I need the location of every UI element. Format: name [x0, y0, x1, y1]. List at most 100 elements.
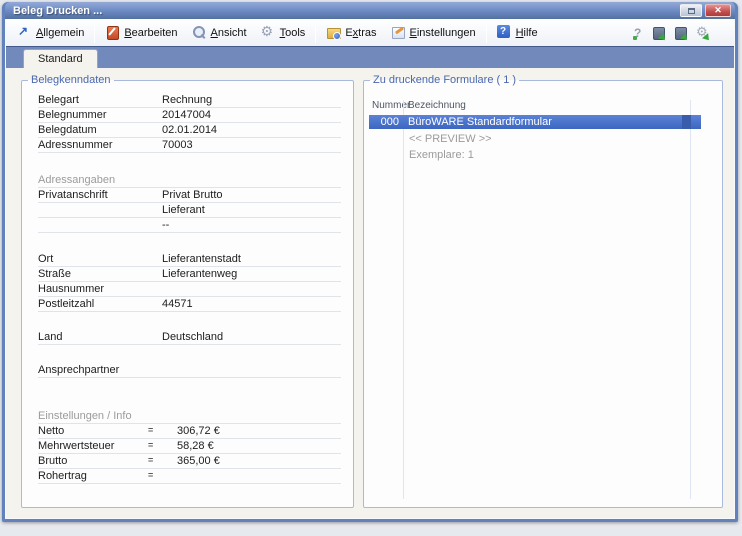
- field-label: Ort: [38, 253, 54, 265]
- arrow-up-right-icon: [17, 24, 32, 40]
- field-label: Privatanschrift: [38, 189, 108, 201]
- title-bar[interactable]: Beleg Drucken ... ✕: [5, 2, 735, 19]
- help-question-icon[interactable]: [630, 26, 644, 40]
- menu-items: Allgemein Bearbeiten Ansicht Tools Extras Ein…: [10, 19, 630, 46]
- folder-icon: [326, 25, 342, 40]
- document-data-rows: Belegart Rechnung Belegnummer 20147004 Beleg…: [22, 86, 353, 484]
- column-header-bezeichnung: Bezeichnung: [408, 100, 466, 111]
- field-row: Adressnummer 70003: [38, 138, 341, 153]
- menu-item-einstellungen[interactable]: Einstellungen: [384, 22, 483, 44]
- menu-item-extras[interactable]: Extras: [319, 22, 383, 44]
- row-spacer: [34, 233, 341, 252]
- field-label: Rohertrag: [38, 470, 87, 482]
- client-area: Allgemein Bearbeiten Ansicht Tools Extras Ein…: [5, 19, 735, 519]
- menu-item-tools[interactable]: Tools: [254, 22, 313, 44]
- form-rows: 000 BüroWARE Standardformular: [369, 115, 701, 129]
- menu-separator: [315, 22, 317, 43]
- field-label: Adressangaben: [38, 174, 116, 186]
- field-label: Belegnummer: [38, 109, 107, 121]
- field-row: Mehrwertsteuer = 58,28 €: [38, 439, 341, 454]
- row-spacer: [34, 312, 341, 330]
- list-header: Nummer Bezeichnung: [369, 100, 701, 113]
- toolbar-right-icons: [630, 24, 710, 40]
- menu-item-label: Einstellungen: [409, 26, 476, 39]
- row-spacer: [34, 153, 341, 173]
- column-header-nummer: Nummer: [372, 100, 411, 111]
- form-number: 000: [380, 116, 399, 128]
- import-document-icon[interactable]: [674, 26, 688, 40]
- close-icon: ✕: [714, 5, 722, 15]
- menu-item-hilfe[interactable]: Hilfe: [490, 22, 545, 44]
- field-row: Lieferant: [38, 203, 341, 218]
- field-label: Belegdatum: [38, 124, 97, 136]
- export-document-icon[interactable]: [652, 26, 666, 40]
- field-row: Ansprechpartner: [38, 363, 341, 378]
- section-header-row: Einstellungen / Info: [38, 409, 341, 424]
- list-right-divider: [690, 100, 691, 499]
- menu-item-ansicht[interactable]: Ansicht: [185, 22, 254, 44]
- field-label: Brutto: [38, 455, 68, 467]
- close-button[interactable]: ✕: [705, 4, 731, 17]
- field-value: 70003: [162, 139, 193, 151]
- field-label: Adressnummer: [38, 139, 113, 151]
- menu-item-label: Bearbeiten: [124, 26, 178, 39]
- menu-item-bearbeiten[interactable]: Bearbeiten: [98, 22, 184, 44]
- field-value: 20147004: [162, 109, 211, 121]
- app-window: Beleg Drucken ... ✕ AllgemeinBearbeitenA…: [2, 2, 738, 522]
- window-title: Beleg Drucken ...: [13, 4, 103, 17]
- field-row: Postleitzahl 44571: [38, 297, 341, 312]
- field-row: Hausnummer: [38, 282, 341, 297]
- menu-item-allgemein[interactable]: Allgemein: [10, 22, 91, 44]
- field-row: Ort Lieferantenstadt: [38, 252, 341, 267]
- print-settings-icon[interactable]: [696, 24, 710, 40]
- document-data-legend: Belegkenndaten: [31, 74, 111, 86]
- copies-indicator: Exemplare: 1: [409, 149, 474, 161]
- field-row: Rohertrag =: [38, 469, 341, 484]
- field-label: Postleitzahl: [38, 298, 95, 310]
- field-row: Belegnummer 20147004: [38, 108, 341, 123]
- tab-strip: Standard: [6, 46, 734, 68]
- forms-list: Nummer Bezeichnung 000 BüroWARE Standardf…: [369, 100, 701, 499]
- field-row: Straße Lieferantenweg: [38, 267, 341, 282]
- equals-icon: =: [148, 455, 154, 465]
- gear-icon: [261, 23, 276, 40]
- equals-icon: =: [148, 425, 154, 435]
- field-label: Ansprechpartner: [38, 364, 120, 376]
- help-icon: [496, 25, 512, 40]
- forms-to-print-groupbox: Zu druckende Formulare ( 1 ) Nummer Beze…: [363, 74, 723, 508]
- form-name: BüroWARE Standardformular: [408, 116, 552, 128]
- menu-item-label: Extras: [345, 26, 377, 39]
- field-label: Straße: [38, 268, 72, 280]
- field-label: Belegart: [38, 94, 79, 106]
- field-label: Mehrwertsteuer: [38, 440, 115, 452]
- form-list-row[interactable]: 000 BüroWARE Standardformular: [369, 115, 701, 129]
- document-data-groupbox: Belegkenndaten Belegart Rechnung Belegnumm…: [21, 74, 354, 508]
- restore-icon: [687, 7, 695, 14]
- preview-indicator: << PREVIEW >>: [409, 133, 492, 145]
- field-value: 58,28 €: [177, 440, 214, 452]
- restore-button[interactable]: [680, 4, 702, 17]
- menu-item-label: Tools: [279, 26, 306, 39]
- field-row: Belegdatum 02.01.2014: [38, 123, 341, 138]
- field-value: Privat Brutto: [162, 189, 223, 201]
- equals-icon: =: [148, 470, 154, 480]
- field-value: 306,72 €: [177, 425, 220, 437]
- field-value: 44571: [162, 298, 193, 310]
- field-label: Einstellungen / Info: [38, 410, 132, 422]
- tab-standard[interactable]: Standard: [23, 49, 98, 68]
- field-row: Netto = 306,72 €: [38, 424, 341, 439]
- field-row: Brutto = 365,00 €: [38, 454, 341, 469]
- field-row: --: [38, 218, 341, 233]
- menu-item-label: Allgemein: [36, 26, 85, 39]
- menu-item-label: Ansicht: [210, 26, 247, 39]
- field-value: Rechnung: [162, 94, 213, 106]
- field-value: Lieferantenstadt: [162, 253, 241, 265]
- selection-end-cap: [682, 115, 691, 129]
- field-row: Privatanschrift Privat Brutto: [38, 188, 341, 203]
- edit-notebook-icon: [105, 25, 120, 40]
- forms-to-print-legend: Zu druckende Formulare ( 1 ): [373, 74, 517, 86]
- settings-pencil-icon: [391, 25, 406, 40]
- field-value: 365,00 €: [177, 455, 220, 467]
- field-value: 02.01.2014: [162, 124, 218, 136]
- menu-separator: [94, 22, 96, 43]
